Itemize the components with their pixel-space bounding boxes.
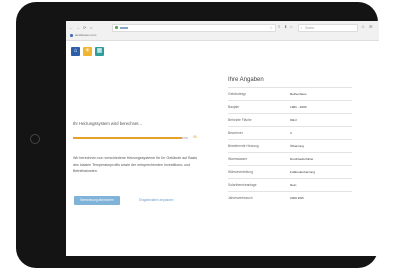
table-row: Gebäudetyp Reihenhaus bbox=[228, 87, 352, 100]
address-bar[interactable]: ☆ bbox=[112, 24, 276, 32]
heater-icon[interactable]: ▦ bbox=[95, 47, 104, 56]
table-row: Bewohner 3 bbox=[228, 126, 352, 139]
adjust-inputs-link[interactable]: Eingabedaten anpassen bbox=[139, 196, 173, 205]
table-row: Baujahr 1981 - 2000 bbox=[228, 100, 352, 113]
lock-icon bbox=[115, 26, 118, 29]
house-icon[interactable]: ⌂ bbox=[290, 24, 292, 30]
table-row: Warmwasser Durchlauferhitzer bbox=[228, 152, 352, 165]
home-icon[interactable]: ⌂ bbox=[71, 47, 80, 56]
hamburger-icon[interactable]: ☰ bbox=[369, 24, 373, 30]
sun-icon[interactable]: ☀ bbox=[83, 47, 92, 56]
search-placeholder: Suche bbox=[305, 26, 315, 30]
calculation-title: Ihr Heizungssystem wird berechnet... bbox=[73, 121, 142, 126]
table-row: Beheizte Fläche 90m² bbox=[228, 113, 352, 126]
table-row: Wärmeverteilung Fußbodenheizung bbox=[228, 165, 352, 178]
forward-icon[interactable]: → bbox=[76, 25, 80, 30]
table-row: Solarthermieanlage Nein bbox=[228, 178, 352, 191]
url-text bbox=[120, 27, 128, 29]
reload-icon[interactable]: ⟳ bbox=[83, 25, 86, 30]
row-value: 1981 - 2000 bbox=[290, 105, 307, 109]
tablet-frame: ← → ⟳ ⌂ ☆ ≡ ⬇ ⌂ ⌕ Suche ☺ ☰ Heizkosten.c… bbox=[16, 2, 379, 268]
screen: ← → ⟳ ⌂ ☆ ≡ ⬇ ⌂ ⌕ Suche ☺ ☰ Heizkosten.c… bbox=[66, 21, 379, 256]
row-value: Nein bbox=[290, 183, 297, 187]
account-icon[interactable]: ☺ bbox=[361, 24, 365, 30]
row-value: 3 bbox=[290, 131, 292, 135]
row-label: Baujahr bbox=[228, 105, 240, 109]
menu-icon[interactable]: ≡ bbox=[278, 24, 280, 30]
row-label: Gebäudetyp bbox=[228, 92, 246, 96]
row-value: Reihenhaus bbox=[290, 92, 307, 96]
bookmark-label: Heizkosten.com bbox=[75, 33, 97, 37]
home-nav-icon[interactable]: ⌂ bbox=[90, 25, 92, 30]
row-label: Beheizte Fläche bbox=[228, 118, 252, 122]
progress-bar bbox=[73, 137, 188, 139]
home-button[interactable] bbox=[30, 134, 40, 144]
search-icon: ⌕ bbox=[300, 26, 303, 30]
row-label: Wärmeverteilung bbox=[228, 170, 253, 174]
row-value: Fußbodenheizung bbox=[290, 170, 315, 174]
row-label: Jahresverbrauch bbox=[228, 196, 253, 200]
row-value: Durchlauferhitzer bbox=[290, 157, 314, 161]
star-icon[interactable]: ☆ bbox=[269, 25, 273, 31]
table-row: Jahresverbrauch 2000 kWh bbox=[228, 191, 352, 204]
progress-percent: 95 bbox=[193, 134, 197, 139]
row-label: Solarthermieanlage bbox=[228, 183, 257, 187]
progress-fill bbox=[73, 137, 183, 139]
row-value: Ölheizung bbox=[290, 144, 304, 148]
table-row: Bestehende Heizung Ölheizung bbox=[228, 139, 352, 152]
inputs-title: Ihre Angaben bbox=[228, 77, 264, 83]
calculation-description: Wir berechnen nun verschiedene Heizungss… bbox=[73, 156, 198, 173]
row-label: Warmwasser bbox=[228, 157, 248, 161]
row-label: Bestehende Heizung bbox=[228, 144, 259, 148]
row-value: 90m² bbox=[290, 118, 298, 122]
row-label: Bewohner bbox=[228, 131, 243, 135]
browser-toolbar: ← → ⟳ ⌂ ☆ ≡ ⬇ ⌂ ⌕ Suche ☺ ☰ Heizkosten.c… bbox=[66, 21, 379, 41]
download-icon[interactable]: ⬇ bbox=[284, 24, 287, 30]
cancel-calculation-button[interactable]: Berechnung abbrechen bbox=[74, 196, 120, 205]
row-value: 2000 kWh bbox=[290, 196, 304, 200]
bookmark-icon bbox=[70, 33, 73, 37]
back-icon[interactable]: ← bbox=[69, 25, 73, 30]
search-input[interactable]: ⌕ Suche bbox=[298, 24, 358, 32]
inputs-table: Gebäudetyp Reihenhaus Baujahr 1981 - 2000 Be… bbox=[228, 87, 352, 204]
